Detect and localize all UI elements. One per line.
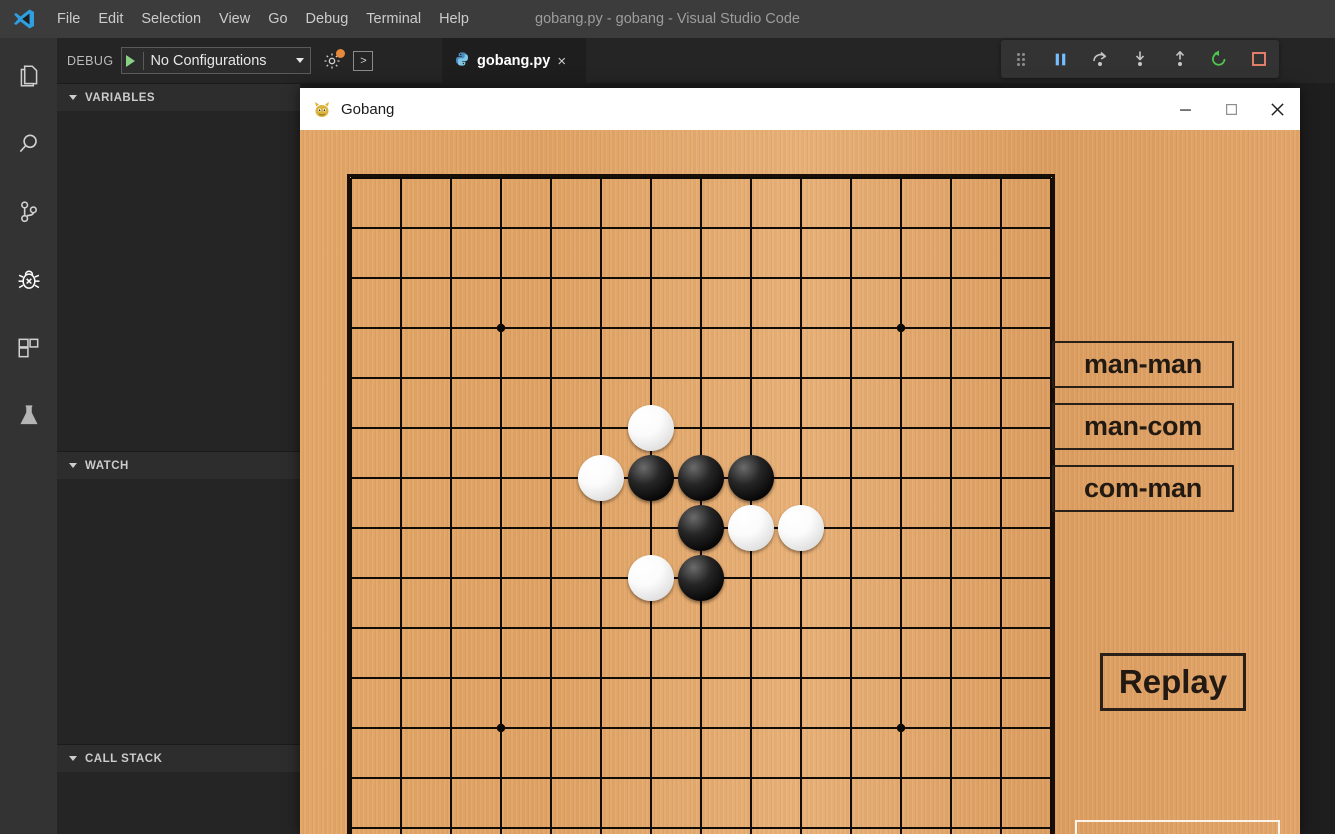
gobang-window: Gobang man-man man-com com-man Replay bl…	[300, 88, 1300, 834]
white-stone	[578, 455, 624, 501]
gobang-game-area: man-man man-com com-man Replay black wal…	[300, 130, 1300, 834]
variables-panel	[57, 111, 300, 451]
menu-item-file[interactable]: File	[48, 7, 89, 32]
stop-button[interactable]	[1239, 40, 1279, 78]
section-header-callstack[interactable]: CALL STACK	[57, 744, 300, 772]
white-stone	[778, 505, 824, 551]
black-stone	[728, 455, 774, 501]
replay-button[interactable]: Replay	[1100, 653, 1246, 711]
close-icon[interactable]: ×	[557, 54, 566, 69]
chevron-down-icon	[69, 95, 77, 100]
menu-bar[interactable]: File Edit Selection View Go Debug Termin…	[48, 7, 478, 32]
status-badge: black walk	[1075, 820, 1280, 834]
black-stone	[678, 455, 724, 501]
debug-configuration-value: No Configurations	[150, 52, 267, 69]
section-title-variables: VARIABLES	[85, 91, 156, 104]
testing-icon[interactable]	[0, 392, 57, 440]
play-icon[interactable]	[126, 54, 136, 67]
debug-configuration-bar: DEBUG No Configurations >	[57, 38, 442, 83]
titlebar: File Edit Selection View Go Debug Termin…	[0, 0, 1335, 38]
gobang-app-icon	[312, 99, 332, 119]
section-header-watch[interactable]: WATCH	[57, 451, 300, 479]
menu-item-help[interactable]: Help	[430, 7, 478, 32]
explorer-icon[interactable]	[0, 52, 57, 100]
debug-toolbar[interactable]	[1001, 40, 1279, 78]
divider	[143, 51, 145, 70]
gobang-window-title: Gobang	[341, 100, 395, 118]
search-icon[interactable]	[0, 120, 57, 168]
debug-label: DEBUG	[67, 53, 114, 68]
menu-item-go[interactable]: Go	[259, 7, 296, 32]
black-stone	[628, 455, 674, 501]
source-control-icon[interactable]	[0, 188, 57, 236]
call-stack-panel	[57, 772, 300, 834]
vscode-logo-icon	[0, 0, 48, 38]
step-out-button[interactable]	[1160, 40, 1200, 78]
restart-button[interactable]	[1200, 40, 1240, 78]
white-stone	[728, 505, 774, 551]
section-header-variables[interactable]: VARIABLES	[57, 83, 300, 111]
gobang-titlebar[interactable]: Gobang	[300, 88, 1300, 130]
white-stone	[628, 555, 674, 601]
extensions-icon[interactable]	[0, 324, 57, 372]
step-over-button[interactable]	[1080, 40, 1120, 78]
black-stone	[678, 555, 724, 601]
tab-gobang-py[interactable]: gobang.py ×	[442, 38, 586, 83]
mode-button-com-man[interactable]: com-man	[1052, 465, 1234, 512]
chevron-down-icon[interactable]	[296, 58, 305, 63]
tab-label: gobang.py	[477, 53, 551, 69]
mode-button-man-com[interactable]: man-com	[1052, 403, 1234, 450]
chevron-down-icon	[69, 463, 77, 468]
open-debug-console-icon[interactable]: >	[353, 50, 374, 71]
menu-item-edit[interactable]: Edit	[89, 7, 132, 32]
menu-item-selection[interactable]: Selection	[132, 7, 210, 32]
section-title-call-stack: CALL STACK	[85, 752, 163, 765]
activity-bar[interactable]	[0, 38, 57, 834]
debug-icon[interactable]	[0, 256, 57, 304]
close-button[interactable]	[1254, 88, 1300, 130]
menu-item-debug[interactable]: Debug	[297, 7, 358, 32]
drag-handle[interactable]	[1001, 40, 1041, 78]
maximize-button[interactable]	[1208, 88, 1254, 130]
gear-icon[interactable]	[319, 48, 346, 74]
chevron-down-icon	[69, 756, 77, 761]
mode-button-man-man[interactable]: man-man	[1052, 341, 1234, 388]
menu-item-terminal[interactable]: Terminal	[357, 7, 430, 32]
watch-panel	[57, 479, 300, 744]
white-stone	[628, 405, 674, 451]
pause-button[interactable]	[1041, 40, 1081, 78]
gobang-board[interactable]	[347, 174, 1055, 834]
gobang-window-controls[interactable]	[1162, 88, 1300, 130]
debug-configuration-select[interactable]: No Configurations	[121, 47, 312, 74]
gear-warning-badge	[336, 48, 346, 58]
black-stone	[678, 505, 724, 551]
debug-sidebar: VARIABLES WATCH CALL STACK	[57, 38, 300, 834]
python-file-icon	[454, 51, 470, 72]
minimize-button[interactable]	[1162, 88, 1208, 130]
step-into-button[interactable]	[1120, 40, 1160, 78]
section-title-watch: WATCH	[85, 459, 129, 472]
menu-item-view[interactable]: View	[210, 7, 259, 32]
